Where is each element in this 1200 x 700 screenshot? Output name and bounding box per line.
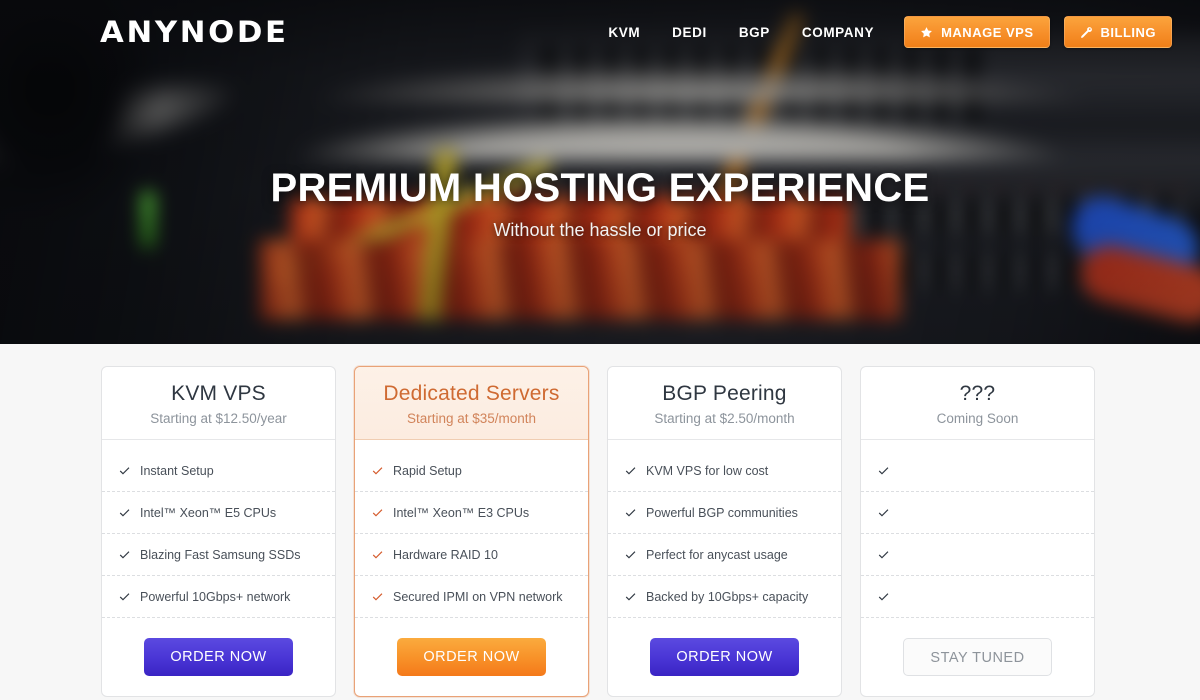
feature-label: Instant Setup bbox=[140, 463, 214, 478]
check-icon bbox=[624, 590, 637, 603]
card-footer: ORDER NOW bbox=[608, 622, 841, 696]
check-icon bbox=[877, 590, 890, 603]
card-subtitle: Starting at $2.50/month bbox=[654, 411, 795, 426]
check-icon bbox=[118, 590, 131, 603]
card-title: ??? bbox=[959, 382, 996, 405]
feature-item: Blazing Fast Samsung SSDs bbox=[102, 534, 335, 576]
feature-label: Powerful 10Gbps+ network bbox=[140, 589, 291, 604]
nav-links: KVM DEDI BGP COMPANY MANAGE VPS BILLING bbox=[592, 16, 1172, 48]
feature-item: Intel™ Xeon™ E3 CPUs bbox=[355, 492, 588, 534]
feature-item bbox=[861, 450, 1094, 492]
feature-list: Rapid Setup Intel™ Xeon™ E3 CPUs Hardware … bbox=[355, 440, 588, 622]
card-header: Dedicated Servers Starting at $35/month bbox=[355, 367, 588, 440]
card-title: Dedicated Servers bbox=[383, 382, 560, 405]
check-icon bbox=[624, 506, 637, 519]
check-icon bbox=[118, 506, 131, 519]
pricing-card-card: ??? Coming Soon STAY TUNED bbox=[860, 366, 1095, 697]
order-now-button[interactable]: ORDER NOW bbox=[397, 638, 546, 676]
nav-item-company[interactable]: COMPANY bbox=[786, 25, 890, 40]
feature-list: Instant Setup Intel™ Xeon™ E5 CPUs Blazing… bbox=[102, 440, 335, 622]
card-title: KVM VPS bbox=[171, 382, 266, 405]
feature-item: Powerful BGP communities bbox=[608, 492, 841, 534]
check-icon bbox=[118, 548, 131, 561]
stay-tuned-button[interactable]: STAY TUNED bbox=[903, 638, 1052, 676]
pricing-card-kvm-vps: KVM VPS Starting at $12.50/year Instant Se… bbox=[101, 366, 336, 697]
feature-label: Secured IPMI on VPN network bbox=[393, 589, 563, 604]
feature-item: Backed by 10Gbps+ capacity bbox=[608, 576, 841, 618]
pricing-card-dedicated-servers: Dedicated Servers Starting at $35/month Ra… bbox=[354, 366, 589, 697]
card-header: BGP Peering Starting at $2.50/month bbox=[608, 367, 841, 440]
feature-item bbox=[861, 534, 1094, 576]
hero-title: PREMIUM HOSTING EXPERIENCE bbox=[270, 166, 930, 210]
feature-label: Perfect for anycast usage bbox=[646, 547, 788, 562]
check-icon bbox=[371, 464, 384, 477]
feature-item bbox=[861, 492, 1094, 534]
key-icon bbox=[1080, 26, 1093, 39]
manage-vps-label: MANAGE VPS bbox=[941, 24, 1034, 40]
feature-item: Intel™ Xeon™ E5 CPUs bbox=[102, 492, 335, 534]
check-icon bbox=[118, 464, 131, 477]
pricing-card-bgp-peering: BGP Peering Starting at $2.50/month KVM VP… bbox=[607, 366, 842, 697]
check-icon bbox=[371, 590, 384, 603]
feature-label: Backed by 10Gbps+ capacity bbox=[646, 589, 809, 604]
card-footer: ORDER NOW bbox=[355, 622, 588, 696]
top-navigation: ANYNODE KVM DEDI BGP COMPANY MANAGE VPS … bbox=[0, 0, 1200, 64]
feature-item: Secured IPMI on VPN network bbox=[355, 576, 588, 618]
pricing-card-list: KVM VPS Starting at $12.50/year Instant Se… bbox=[101, 366, 1095, 697]
feature-item: KVM VPS for low cost bbox=[608, 450, 841, 492]
hero-subtitle: Without the hassle or price bbox=[493, 220, 707, 240]
check-icon bbox=[877, 548, 890, 561]
hero-text-block: PREMIUM HOSTING EXPERIENCE Without the h… bbox=[0, 166, 1200, 241]
nav-item-bgp[interactable]: BGP bbox=[723, 25, 786, 40]
nav-item-dedi[interactable]: DEDI bbox=[656, 25, 723, 40]
feature-label: KVM VPS for low cost bbox=[646, 463, 769, 478]
card-subtitle: Starting at $12.50/year bbox=[150, 411, 287, 426]
feature-label: Rapid Setup bbox=[393, 463, 462, 478]
card-footer: ORDER NOW bbox=[102, 622, 335, 696]
check-icon bbox=[371, 548, 384, 561]
check-icon bbox=[624, 464, 637, 477]
site-logo[interactable]: ANYNODE bbox=[100, 15, 289, 49]
check-icon bbox=[877, 506, 890, 519]
nav-item-kvm[interactable]: KVM bbox=[592, 25, 656, 40]
feature-item bbox=[861, 576, 1094, 618]
check-icon bbox=[371, 506, 384, 519]
hero-banner: ANYNODE KVM DEDI BGP COMPANY MANAGE VPS … bbox=[0, 0, 1200, 344]
feature-label: Hardware RAID 10 bbox=[393, 547, 498, 562]
card-title: BGP Peering bbox=[662, 382, 787, 405]
billing-button[interactable]: BILLING bbox=[1063, 16, 1172, 48]
pricing-section: KVM VPS Starting at $12.50/year Instant Se… bbox=[0, 344, 1200, 700]
card-subtitle: Starting at $35/month bbox=[406, 411, 537, 426]
card-header: ??? Coming Soon bbox=[861, 367, 1094, 440]
feature-item: Instant Setup bbox=[102, 450, 335, 492]
billing-label: BILLING bbox=[1100, 24, 1156, 40]
feature-label: Blazing Fast Samsung SSDs bbox=[140, 547, 301, 562]
order-now-button[interactable]: ORDER NOW bbox=[650, 638, 799, 676]
feature-list: KVM VPS for low cost Powerful BGP communi… bbox=[608, 440, 841, 622]
feature-list bbox=[861, 440, 1094, 622]
feature-item: Powerful 10Gbps+ network bbox=[102, 576, 335, 618]
star-icon bbox=[920, 26, 933, 39]
card-subtitle: Coming Soon bbox=[936, 411, 1019, 426]
check-icon bbox=[877, 464, 890, 477]
card-header: KVM VPS Starting at $12.50/year bbox=[102, 367, 335, 440]
check-icon bbox=[624, 548, 637, 561]
manage-vps-button[interactable]: MANAGE VPS bbox=[904, 16, 1050, 48]
feature-label: Powerful BGP communities bbox=[646, 505, 798, 520]
feature-item: Rapid Setup bbox=[355, 450, 588, 492]
card-footer: STAY TUNED bbox=[861, 622, 1094, 696]
feature-item: Perfect for anycast usage bbox=[608, 534, 841, 576]
order-now-button[interactable]: ORDER NOW bbox=[144, 638, 293, 676]
feature-label: Intel™ Xeon™ E5 CPUs bbox=[140, 505, 277, 520]
feature-item: Hardware RAID 10 bbox=[355, 534, 588, 576]
feature-label: Intel™ Xeon™ E3 CPUs bbox=[393, 505, 530, 520]
